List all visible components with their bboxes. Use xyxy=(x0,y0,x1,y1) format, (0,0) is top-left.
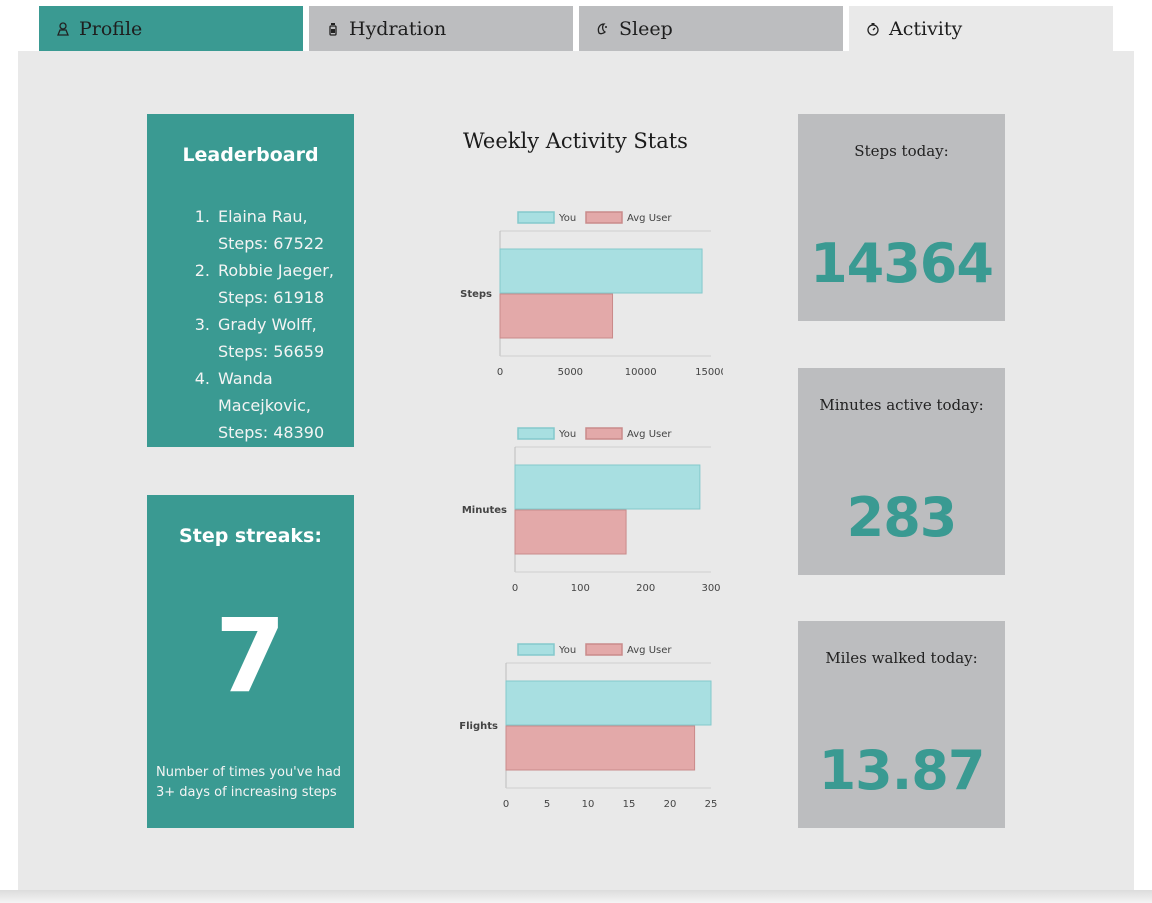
tick-label: 0 xyxy=(512,583,518,594)
leaderboard-entry: Robbie Jaeger, Steps: 61918 xyxy=(218,261,334,307)
bar-you xyxy=(499,248,703,294)
tick-label: 10000 xyxy=(625,367,657,378)
chart-title: Weekly Activity Stats xyxy=(463,129,688,153)
activity-panel: Leaderboard 1. Elaina Rau, Steps: 67522 2… xyxy=(18,51,1134,890)
tick-label: 20 xyxy=(664,799,677,810)
leaderboard-rank: 1. xyxy=(194,207,210,226)
tab-bar: Profile Hydration Sleep Activity xyxy=(39,6,1114,51)
legend-swatch xyxy=(517,427,555,440)
flights-chart: You Avg User Flights 0 5 10 15 20 25 xyxy=(459,643,718,810)
leaderboard-title: Leaderboard xyxy=(182,144,319,166)
tick-label: 100 xyxy=(571,583,590,594)
bar-you xyxy=(514,464,701,510)
moon-icon xyxy=(596,22,610,36)
tab-profile[interactable]: Profile xyxy=(39,6,303,51)
leaderboard-item: 4. Wanda Macejkovic, Steps: 48390 xyxy=(192,365,354,446)
stopwatch-icon xyxy=(866,22,880,36)
legend-label: You xyxy=(558,645,576,656)
miles-walked-label: Miles walked today: xyxy=(825,649,978,667)
tab-sleep[interactable]: Sleep xyxy=(579,6,843,51)
steps-today-card: Steps today: 14364 xyxy=(798,114,1005,321)
tick-label: 15000 xyxy=(695,367,723,378)
chart-legend: You Avg User xyxy=(517,643,672,656)
tick-label: 200 xyxy=(636,583,655,594)
minutes-active-label: Minutes active today: xyxy=(819,396,984,414)
tab-label: Sleep xyxy=(619,17,673,40)
tab-label: Activity xyxy=(889,17,963,40)
leaderboard-entry: Wanda Macejkovic, Steps: 48390 xyxy=(218,369,325,442)
legend-swatch xyxy=(585,643,623,656)
bar-avg-user xyxy=(514,509,627,555)
bar-avg-user xyxy=(505,725,696,771)
streaks-title: Step streaks: xyxy=(179,525,322,547)
tick-label: 25 xyxy=(705,799,718,810)
tick-label: 5000 xyxy=(558,367,583,378)
legend-swatch xyxy=(585,427,623,440)
streaks-value: 7 xyxy=(215,597,286,716)
steps-today-value: 14364 xyxy=(810,232,994,295)
leaderboard-list: 1. Elaina Rau, Steps: 67522 2. Robbie Jaeg… xyxy=(147,203,354,446)
person-icon xyxy=(56,21,70,36)
chart-legend: You Avg User xyxy=(517,211,672,224)
tick-label: 15 xyxy=(623,799,636,810)
legend-swatch xyxy=(517,211,555,224)
tick-label: 5 xyxy=(544,799,550,810)
leaderboard-item: 1. Elaina Rau, Steps: 67522 xyxy=(192,203,354,257)
tab-label: Profile xyxy=(79,17,143,40)
legend-label: You xyxy=(558,213,576,224)
legend-label: Avg User xyxy=(627,645,672,656)
legend-label: You xyxy=(558,429,576,440)
tab-activity[interactable]: Activity xyxy=(849,6,1113,51)
leaderboard-item: 3. Grady Wolff, Steps: 56659 xyxy=(192,311,354,365)
chart-legend: You Avg User xyxy=(517,427,672,440)
category-label: Minutes xyxy=(462,505,507,516)
bar-you xyxy=(505,680,712,726)
leaderboard-rank: 3. xyxy=(194,315,210,334)
legend-label: Avg User xyxy=(627,213,672,224)
legend-label: Avg User xyxy=(627,429,672,440)
streaks-note: Number of times you've had 3+ days of in… xyxy=(156,765,342,800)
minutes-active-card: Minutes active today: 283 xyxy=(798,368,1005,575)
tick-label: 300 xyxy=(701,583,720,594)
leaderboard-card: Leaderboard 1. Elaina Rau, Steps: 67522 2… xyxy=(147,114,354,447)
panel-shadow xyxy=(0,890,1152,903)
bottle-icon xyxy=(326,22,340,36)
legend-swatch xyxy=(517,643,555,656)
miles-walked-card: Miles walked today: 13.87 xyxy=(798,621,1005,828)
steps-chart: You Avg User Steps 0 5000 10000 15000 xyxy=(460,211,723,378)
miles-walked-value: 13.87 xyxy=(818,739,986,802)
leaderboard-rank: 2. xyxy=(194,261,210,280)
bar-avg-user xyxy=(499,293,614,339)
category-label: Steps xyxy=(460,289,492,300)
tick-label: 0 xyxy=(497,367,503,378)
tick-label: 10 xyxy=(582,799,595,810)
tab-hydration[interactable]: Hydration xyxy=(309,6,573,51)
leaderboard-entry: Grady Wolff, Steps: 56659 xyxy=(218,315,325,361)
steps-today-label: Steps today: xyxy=(854,142,949,160)
minutes-active-value: 283 xyxy=(846,486,958,549)
step-streaks-card: Step streaks: 7 Number of times you've h… xyxy=(147,495,354,828)
category-label: Flights xyxy=(459,721,498,732)
minutes-chart: You Avg User Minutes 0 100 200 300 xyxy=(462,427,721,594)
leaderboard-entry: Elaina Rau, Steps: 67522 xyxy=(218,207,325,253)
leaderboard-rank: 4. xyxy=(194,369,210,388)
leaderboard-item: 2. Robbie Jaeger, Steps: 61918 xyxy=(192,257,354,311)
tick-label: 0 xyxy=(503,799,509,810)
legend-swatch xyxy=(585,211,623,224)
tab-label: Hydration xyxy=(349,17,447,40)
